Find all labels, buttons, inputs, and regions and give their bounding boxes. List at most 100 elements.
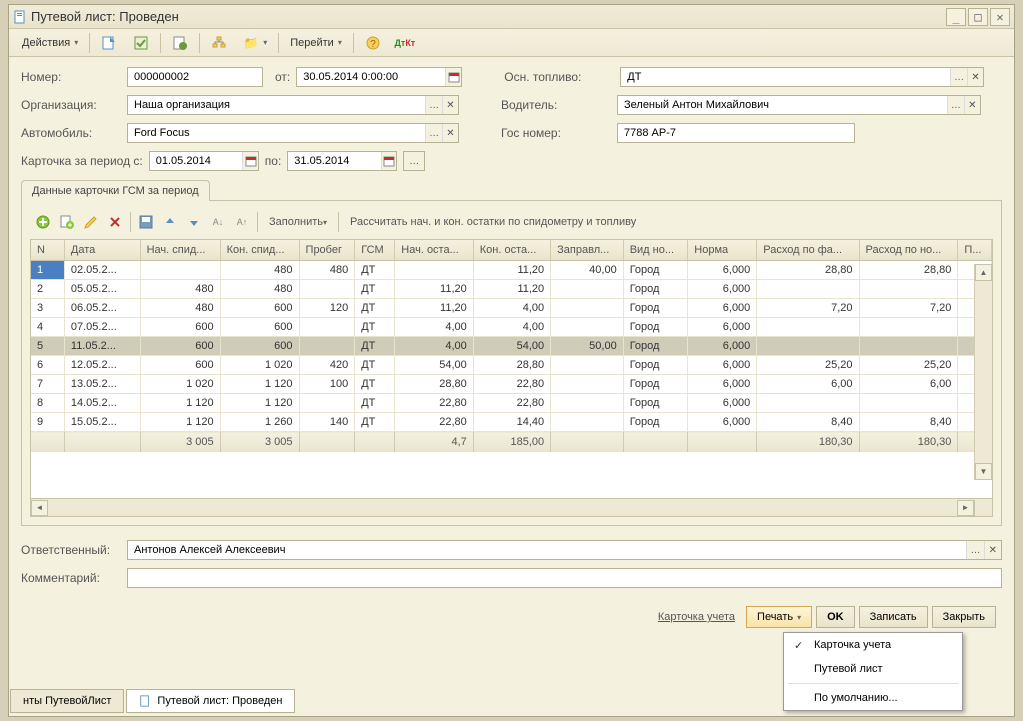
delete-icon[interactable] — [104, 211, 126, 233]
clear-icon[interactable]: ✕ — [442, 96, 458, 114]
maximize-button[interactable]: □ — [968, 8, 988, 26]
table-row[interactable]: 205.05.2...480480ДТ11,2011,20Город6,000 — [31, 280, 992, 299]
clear-icon[interactable]: ✕ — [984, 541, 1001, 559]
select-icon[interactable]: … — [966, 541, 983, 559]
driver-field[interactable]: …✕ — [617, 95, 981, 115]
refresh-icon[interactable] — [165, 32, 195, 54]
ok-button[interactable]: OK — [816, 606, 855, 628]
scroll-left-icon[interactable]: ◄ — [31, 500, 48, 516]
titlebar: Путевой лист: Проведен _ □ ✕ — [9, 5, 1014, 29]
sort-desc-icon[interactable]: A↑ — [231, 211, 253, 233]
grid-header[interactable]: Расход по фа... — [757, 240, 859, 261]
save-button[interactable]: Записать — [859, 606, 928, 628]
calendar-icon[interactable] — [445, 68, 461, 86]
edit-icon[interactable] — [80, 211, 102, 233]
auto-field[interactable]: …✕ — [127, 123, 459, 143]
popup-card[interactable]: Карточка учета — [784, 633, 962, 657]
grid-header[interactable]: Норма — [688, 240, 757, 261]
grid-header[interactable]: Дата — [64, 240, 140, 261]
clear-icon[interactable]: ✕ — [964, 96, 980, 114]
struct-icon[interactable] — [204, 32, 234, 54]
scroll-right-icon[interactable]: ► — [957, 500, 974, 516]
table-row[interactable]: 612.05.2...6001 020420ДТ54,0028,80Город6… — [31, 356, 992, 375]
responsible-label: Ответственный: — [21, 543, 121, 557]
comment-label: Комментарий: — [21, 571, 121, 585]
card-link[interactable]: Карточка учета — [651, 606, 742, 628]
svg-text:?: ? — [370, 39, 376, 50]
org-field[interactable]: …✕ — [127, 95, 459, 115]
select-icon[interactable]: … — [950, 68, 966, 86]
document-icon — [139, 695, 151, 707]
calendar-icon[interactable] — [242, 152, 257, 170]
regnum-field[interactable] — [617, 123, 855, 143]
folder-icon[interactable]: 📁▾ — [236, 32, 274, 54]
move-up-icon[interactable] — [159, 211, 181, 233]
date-field[interactable] — [296, 67, 462, 87]
scrollbar-vertical[interactable]: ▲ ▼ — [974, 264, 992, 480]
grid-header[interactable]: Кон. спид... — [220, 240, 299, 261]
bottom-tab-left[interactable]: нты ПутевойЛист — [10, 689, 124, 713]
responsible-field[interactable]: …✕ — [127, 540, 1002, 560]
tab-gsm-data[interactable]: Данные карточки ГСМ за период — [21, 180, 210, 201]
table-row[interactable]: 306.05.2...480600120ДТ11,204,00Город6,00… — [31, 299, 992, 318]
popup-trip[interactable]: Путевой лист — [784, 657, 962, 681]
grid-header[interactable]: N — [31, 240, 64, 261]
to-label: по: — [265, 154, 282, 168]
post-icon[interactable] — [94, 32, 124, 54]
clear-icon[interactable]: ✕ — [442, 124, 458, 142]
table-row[interactable]: 102.05.2...480480ДТ11,2040,00Город6,0002… — [31, 261, 992, 280]
add-copy-icon[interactable] — [56, 211, 78, 233]
move-down-icon[interactable] — [183, 211, 205, 233]
data-grid[interactable]: NДатаНач. спид...Кон. спид...ПробегГСМНа… — [30, 239, 993, 499]
select-icon[interactable]: … — [947, 96, 963, 114]
sort-asc-icon[interactable]: A↓ — [207, 211, 229, 233]
period-to-field[interactable] — [287, 151, 397, 171]
calendar-icon[interactable] — [381, 152, 396, 170]
table-row[interactable]: 915.05.2...1 1201 260140ДТ22,8014,40Горо… — [31, 413, 992, 432]
help-icon[interactable]: ? — [358, 32, 388, 54]
grid-header[interactable]: Кон. оста... — [473, 240, 550, 261]
regnum-label: Гос номер: — [501, 126, 611, 140]
minimize-button[interactable]: _ — [946, 8, 966, 26]
table-row[interactable]: 814.05.2...1 1201 120ДТ22,8022,80Город6,… — [31, 394, 992, 413]
table-row[interactable]: 511.05.2...600600ДТ4,0054,0050,00Город6,… — [31, 337, 992, 356]
auto-label: Автомобиль: — [21, 126, 121, 140]
period-select-button[interactable]: … — [403, 151, 425, 171]
add-icon[interactable] — [32, 211, 54, 233]
fuel-field[interactable]: …✕ — [620, 67, 984, 87]
close-button[interactable]: ✕ — [990, 8, 1010, 26]
scroll-down-icon[interactable]: ▼ — [975, 463, 992, 480]
save-icon[interactable] — [126, 32, 156, 54]
save-grid-icon[interactable] — [135, 211, 157, 233]
main-toolbar: Действия▾ 📁▾ Перейти▾ ? ДтКт — [9, 29, 1014, 57]
number-field[interactable] — [127, 67, 263, 87]
period-from-field[interactable] — [149, 151, 259, 171]
from-label: от: — [275, 70, 290, 84]
document-icon — [13, 10, 27, 24]
scrollbar-horizontal[interactable]: ◄ ► — [30, 499, 993, 517]
table-row[interactable]: 407.05.2...600600ДТ4,004,00Город6,000 — [31, 318, 992, 337]
grid-header[interactable]: Заправл... — [551, 240, 624, 261]
grid-header[interactable]: Пробег — [299, 240, 355, 261]
close-button[interactable]: Закрыть — [932, 606, 996, 628]
clear-icon[interactable]: ✕ — [967, 68, 983, 86]
bottom-tab-right[interactable]: Путевой лист: Проведен — [126, 689, 295, 713]
grid-header[interactable]: Нач. спид... — [140, 240, 220, 261]
grid-header[interactable]: ГСМ — [355, 240, 395, 261]
actions-menu[interactable]: Действия▾ — [15, 32, 85, 54]
recalc-button[interactable]: Рассчитать нач. и кон. остатки по спидом… — [343, 211, 643, 233]
grid-header[interactable]: Вид но... — [623, 240, 688, 261]
popup-default[interactable]: По умолчанию... — [784, 686, 962, 710]
dtkt-icon[interactable]: ДтКт — [390, 32, 420, 54]
fill-menu[interactable]: Заполнить▾ — [262, 211, 334, 233]
grid-header[interactable]: Расход по но... — [859, 240, 958, 261]
table-row[interactable]: 713.05.2...1 0201 120100ДТ28,8022,80Горо… — [31, 375, 992, 394]
print-button[interactable]: Печать▾ — [746, 606, 812, 628]
grid-header[interactable]: Нач. оста... — [395, 240, 473, 261]
goto-menu[interactable]: Перейти▾ — [283, 32, 349, 54]
select-icon[interactable]: … — [425, 124, 441, 142]
select-icon[interactable]: … — [425, 96, 441, 114]
comment-field[interactable] — [127, 568, 1002, 588]
scroll-up-icon[interactable]: ▲ — [975, 264, 992, 281]
grid-header[interactable]: П... — [958, 240, 992, 261]
